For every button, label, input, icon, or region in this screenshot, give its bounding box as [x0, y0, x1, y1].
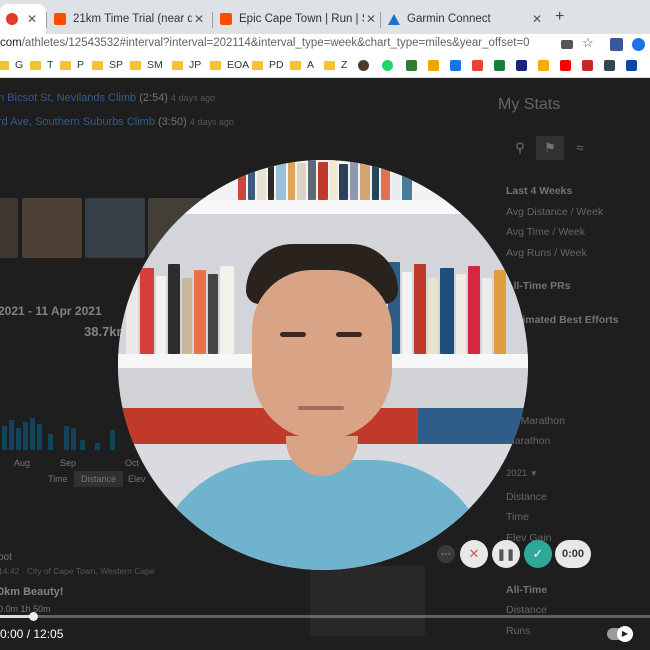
bookmark-folder[interactable]: A [290, 59, 314, 71]
folder-icon [210, 60, 221, 70]
autoplay-toggle[interactable]: ▶ [607, 626, 633, 642]
person-face [252, 270, 392, 440]
tab-title: Epic Cape Town | Run | Strava [239, 13, 364, 25]
sheets-icon[interactable] [494, 60, 505, 71]
finish-recording-button[interactable]: ✓ [524, 540, 552, 568]
garmin-icon [388, 13, 400, 25]
folder-icon [92, 60, 103, 70]
close-icon[interactable]: ✕ [192, 12, 206, 26]
extension-icon[interactable] [632, 38, 645, 51]
bookmark-icon[interactable] [604, 60, 615, 71]
record-icon [6, 13, 18, 25]
play-icon: ▶ [617, 626, 633, 642]
strava-icon [220, 13, 232, 25]
youtube-icon[interactable] [560, 60, 571, 71]
bookmark-folder[interactable]: G [0, 59, 23, 71]
video-player-bar: 0:00 / 12:05 ▶ [0, 612, 650, 650]
close-icon[interactable]: ✕ [530, 12, 544, 26]
url-domain: com [0, 37, 22, 49]
person-eye [280, 332, 306, 337]
bookmark-icon[interactable] [582, 60, 593, 71]
url-path: /athletes/12543532#interval?interval=202… [21, 37, 530, 49]
star-icon[interactable]: ☆ [582, 35, 595, 50]
bookmark-folder[interactable]: T [30, 59, 53, 71]
recording-timer: 0:00 [555, 540, 591, 568]
address-bar[interactable]: com/athletes/12543532#interval?interval=… [0, 34, 650, 56]
folder-icon [0, 60, 9, 70]
progress-knob[interactable] [28, 612, 38, 621]
tab-garmin-connect[interactable]: Garmin Connect ✕ [382, 4, 548, 34]
camera-icon[interactable] [561, 40, 573, 49]
tab-time-trial[interactable]: 21km Time Trial (near death exp ✕ [48, 4, 210, 34]
close-icon[interactable]: ✕ [25, 12, 39, 26]
time-display: 0:00 / 12:05 [0, 627, 64, 641]
bookmarks-bar: G T P SP SM JP EOA PD A Z [0, 56, 650, 78]
folder-icon [324, 60, 335, 70]
folder-icon [130, 60, 141, 70]
bookmark-icon[interactable] [406, 60, 417, 71]
whatsapp-icon[interactable] [382, 60, 393, 71]
shelf-board [118, 200, 528, 214]
browser-tab-strip: ✕ 21km Time Trial (near death exp ✕ Epic… [0, 0, 650, 34]
bookmark-folder[interactable]: PD [252, 59, 284, 71]
close-icon[interactable]: ✕ [364, 12, 378, 26]
gmail-icon[interactable] [472, 60, 483, 71]
bookmark-folder[interactable]: SM [130, 59, 163, 71]
tab-title: 21km Time Trial (near death exp [73, 13, 192, 25]
more-options-button[interactable]: ⋯ [437, 545, 455, 563]
url-text[interactable]: com/athletes/12543532#interval?interval=… [0, 37, 530, 49]
bookmark-icon[interactable] [538, 60, 549, 71]
cancel-recording-button[interactable]: ✕ [460, 540, 488, 568]
tab-active[interactable]: ✕ [0, 4, 46, 34]
bookmark-folder[interactable]: Z [324, 59, 347, 71]
webcam-bubble[interactable] [118, 160, 528, 570]
folder-icon [290, 60, 301, 70]
bookmark-folder[interactable]: JP [172, 59, 201, 71]
strava-icon [54, 13, 66, 25]
folder-icon [60, 60, 71, 70]
pause-button[interactable]: ❚❚ [492, 540, 520, 568]
folder-icon [252, 60, 263, 70]
progress-fill [0, 615, 33, 618]
progress-track[interactable] [0, 615, 650, 618]
new-tab-button[interactable]: + [555, 8, 564, 26]
bookmark-folder[interactable]: EOA [210, 59, 249, 71]
folder-icon [172, 60, 183, 70]
person-mouth [298, 406, 344, 410]
person-eye [336, 332, 362, 337]
folder-icon [30, 60, 41, 70]
bookmark-folder[interactable]: P [60, 59, 84, 71]
tab-title: Garmin Connect [407, 13, 491, 25]
bookmark-folder[interactable]: SP [92, 59, 123, 71]
facebook-icon[interactable] [610, 38, 623, 51]
tab-epic-cape-town[interactable]: Epic Cape Town | Run | Strava ✕ [214, 4, 382, 34]
bookmark-icon[interactable] [358, 60, 369, 71]
paypal-icon[interactable] [626, 60, 637, 71]
analytics-icon[interactable] [428, 60, 439, 71]
strava-page: n Bicsot St, Nevilands Climb (2:54) 4 da… [0, 78, 650, 650]
bookmark-icon[interactable] [516, 60, 527, 71]
calendar-icon[interactable] [450, 60, 461, 71]
